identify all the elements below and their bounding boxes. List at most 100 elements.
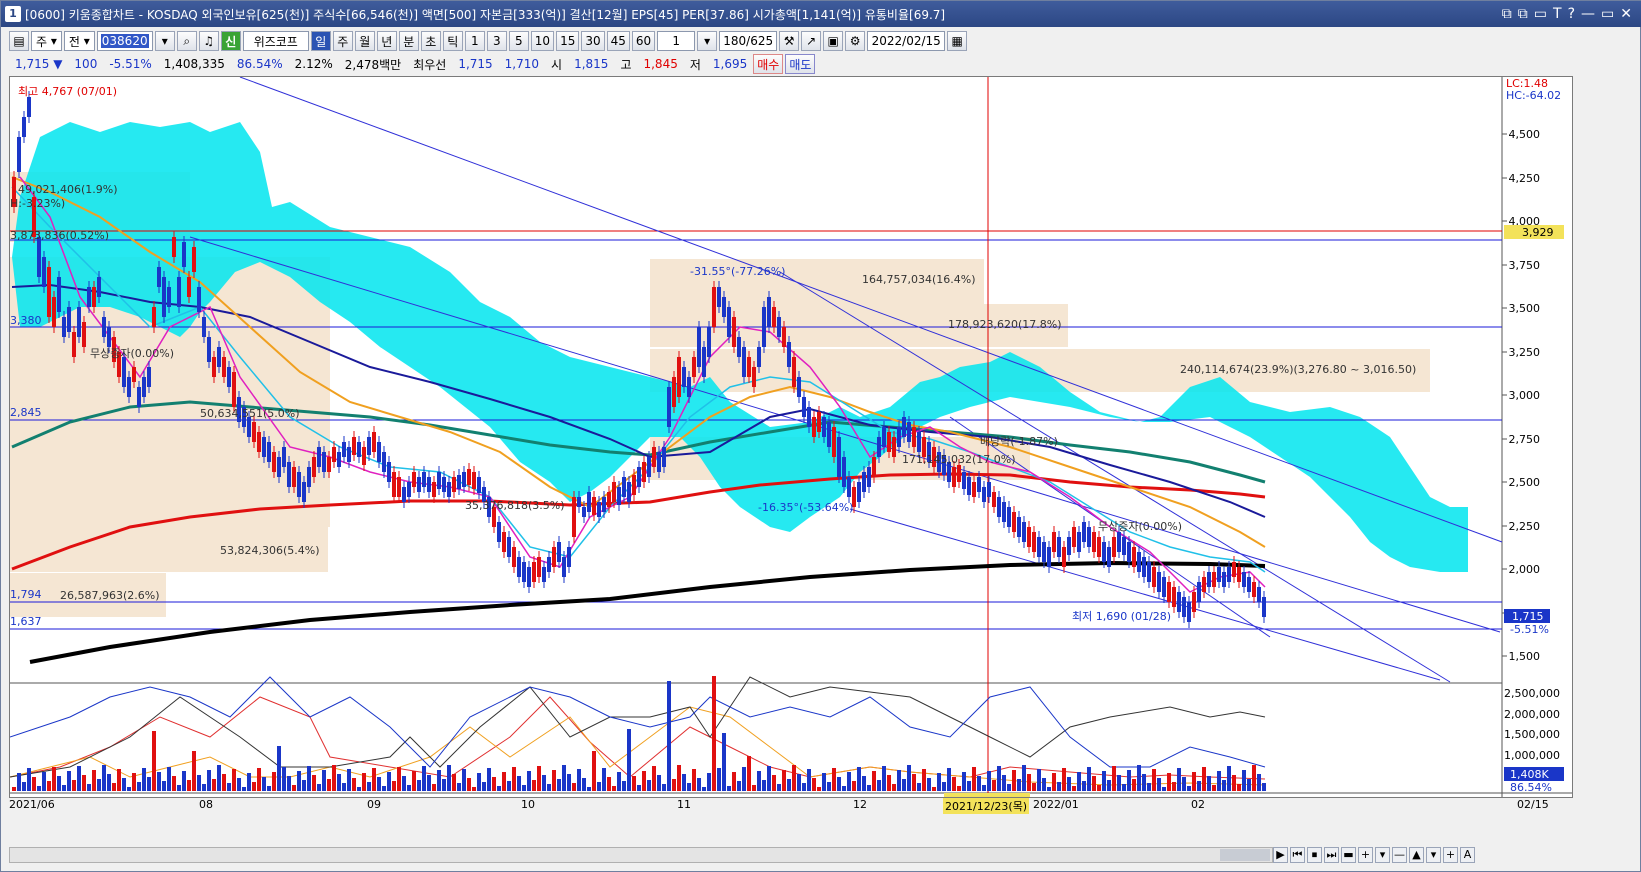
period-month-button[interactable]: 월 bbox=[354, 31, 375, 51]
volume-bar bbox=[817, 787, 821, 791]
volume-bar bbox=[772, 775, 776, 791]
dropdown-icon-3[interactable]: ▾ bbox=[1426, 847, 1441, 863]
volume-bar bbox=[272, 772, 276, 791]
price-chart[interactable]: 4,5004,2504,0003,7503,5003,2503,0002,750… bbox=[9, 76, 1572, 797]
scroll-thumb[interactable] bbox=[1220, 849, 1270, 861]
volume-bar bbox=[62, 785, 66, 791]
period-year-button[interactable]: 년 bbox=[376, 31, 397, 51]
low-annotation: 최저 1,690 (01/28) bbox=[1072, 610, 1171, 623]
volume-bar bbox=[187, 780, 191, 791]
candle-body bbox=[352, 437, 356, 455]
level-label-3: 1,794 bbox=[10, 588, 42, 601]
calendar-icon[interactable]: ▦ bbox=[947, 31, 968, 51]
minimize-icon[interactable]: — bbox=[1581, 6, 1595, 22]
interval-3-button[interactable]: 3 bbox=[486, 31, 507, 51]
period-second-button[interactable]: 초 bbox=[420, 31, 441, 51]
date-field[interactable]: 2022/02/15 bbox=[867, 31, 946, 51]
candle-body bbox=[662, 447, 666, 467]
volume-bar bbox=[1202, 767, 1206, 791]
chart-area[interactable]: 4,500 4,250 4,000 3,750 3,500 3,250 3,000 2,750… bbox=[9, 76, 1573, 798]
candle-body bbox=[617, 487, 621, 505]
help-icon[interactable]: ? bbox=[1568, 6, 1575, 22]
volume-bar bbox=[567, 774, 571, 791]
sell-button[interactable]: 매도 bbox=[785, 54, 816, 74]
maximize-icon[interactable]: ▭ bbox=[1601, 6, 1614, 22]
interval-15-button[interactable]: 15 bbox=[556, 31, 580, 51]
stop-icon[interactable]: ⏹ bbox=[1307, 847, 1322, 863]
candle-body bbox=[747, 357, 751, 377]
first-icon[interactable]: ⏮ bbox=[1290, 847, 1305, 863]
frame-icon[interactable]: ▭ bbox=[1534, 6, 1547, 22]
candle-body bbox=[772, 307, 776, 327]
interval-5-button[interactable]: 5 bbox=[508, 31, 529, 51]
period-day-button[interactable]: 일 bbox=[310, 31, 331, 51]
candle-body bbox=[62, 317, 66, 337]
period-minute-button[interactable]: 분 bbox=[398, 31, 419, 51]
change-value: 100 bbox=[74, 57, 98, 71]
save-icon[interactable]: ▣ bbox=[823, 31, 844, 51]
volume-bar bbox=[322, 770, 326, 791]
search-icon[interactable]: ⌕ bbox=[176, 31, 197, 51]
zoom-in-icon[interactable]: + bbox=[1358, 847, 1373, 863]
volume-bar bbox=[507, 781, 511, 791]
stock-code-input[interactable]: 038620 bbox=[96, 31, 153, 51]
zoom-bar-icon[interactable]: ▬ bbox=[1341, 847, 1356, 863]
volume-bar bbox=[972, 767, 976, 791]
view-select[interactable]: 전 ▾ bbox=[63, 31, 95, 51]
interval-45-button[interactable]: 45 bbox=[606, 31, 630, 51]
play-icon[interactable]: ▶ bbox=[1273, 847, 1288, 863]
volume-bar bbox=[1052, 773, 1056, 791]
window-index[interactable]: 1 bbox=[5, 6, 21, 22]
candle-body bbox=[132, 367, 136, 382]
candle-body bbox=[1032, 532, 1036, 552]
chart-controls: ▶ ⏮ ⏹ ⏭ ▬ + ▾ — ▲ ▾ + A bbox=[1273, 847, 1475, 863]
period-tick-button[interactable]: 틱 bbox=[442, 31, 463, 51]
candle-body bbox=[752, 367, 756, 387]
tile-icon[interactable]: ⧉ bbox=[1518, 6, 1528, 22]
up-icon[interactable]: ▲ bbox=[1409, 847, 1424, 863]
text-icon[interactable]: T bbox=[1553, 6, 1562, 22]
best-offer-label: 최우선 bbox=[413, 57, 447, 72]
volume-bar bbox=[607, 777, 611, 791]
candle-body bbox=[417, 477, 421, 492]
date-tick-label: 2022/01 bbox=[1033, 798, 1079, 811]
close-icon[interactable]: ✕ bbox=[1620, 6, 1632, 22]
settings-icon[interactable]: ⚙ bbox=[845, 31, 866, 51]
period-select[interactable]: 주 ▾ bbox=[31, 31, 62, 51]
last-icon[interactable]: ⏭ bbox=[1324, 847, 1339, 863]
period-week-button[interactable]: 주 bbox=[332, 31, 353, 51]
chart-menu-icon[interactable]: ▤ bbox=[9, 31, 29, 51]
bonus-issue-label-1: 무상증자(0.00%) bbox=[90, 347, 174, 360]
multiplier-field[interactable]: 1 bbox=[657, 31, 696, 51]
line-tool-icon[interactable]: ↗ bbox=[801, 31, 822, 51]
price-tick-label: 3,750 bbox=[1509, 259, 1541, 272]
volume-bar bbox=[992, 780, 996, 791]
volume-bar bbox=[342, 783, 346, 791]
dropdown-icon-2[interactable]: ▾ bbox=[1375, 847, 1390, 863]
buy-button[interactable]: 매수 bbox=[753, 54, 784, 74]
candle-body bbox=[647, 457, 651, 477]
interval-1-button[interactable]: 1 bbox=[464, 31, 485, 51]
stock-name-field[interactable]: 위즈코프 bbox=[242, 31, 309, 51]
font-icon[interactable]: A bbox=[1460, 847, 1475, 863]
candle-body bbox=[202, 317, 206, 337]
indicator-icon[interactable]: ⚒ bbox=[779, 31, 800, 51]
bar-count-field[interactable]: 180/625 bbox=[719, 31, 778, 51]
candle-body bbox=[197, 287, 201, 312]
add-icon[interactable]: + bbox=[1443, 847, 1458, 863]
volume-bar bbox=[1067, 777, 1071, 791]
horizontal-scrollbar[interactable] bbox=[9, 847, 1273, 863]
interval-60-button[interactable]: 60 bbox=[631, 31, 656, 51]
dropdown-icon[interactable]: ▾ bbox=[154, 31, 175, 51]
speaker-icon[interactable]: ♫ bbox=[198, 31, 219, 51]
candle-body bbox=[522, 562, 526, 582]
restore-icon[interactable]: ⧉ bbox=[1502, 6, 1512, 22]
date-tick-label: 09 bbox=[367, 798, 381, 811]
interval-10-button[interactable]: 10 bbox=[530, 31, 555, 51]
volume-bar bbox=[1077, 772, 1081, 791]
zoom-out-icon[interactable]: — bbox=[1392, 847, 1407, 863]
interval-30-button[interactable]: 30 bbox=[581, 31, 605, 51]
volume-bar bbox=[1252, 765, 1256, 791]
candle-body bbox=[1172, 587, 1176, 607]
multiplier-dropdown-icon[interactable]: ▾ bbox=[697, 31, 718, 51]
